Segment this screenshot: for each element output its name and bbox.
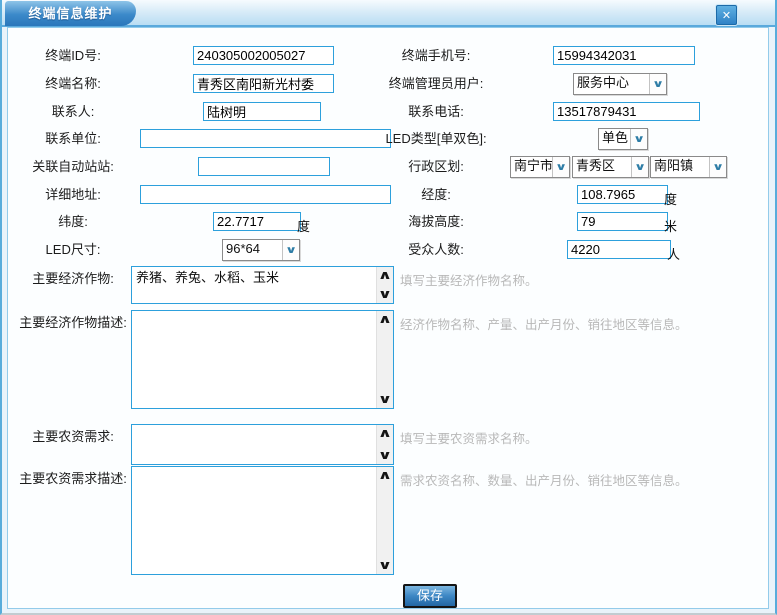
led-type-select[interactable]: 单色 ∨ (598, 128, 648, 150)
main-crops-desc-text[interactable] (132, 311, 376, 408)
scroll-up-icon[interactable]: ∧ (378, 470, 393, 481)
close-button[interactable]: ✕ (716, 5, 737, 25)
scroll-down-icon[interactable]: ∨ (378, 289, 393, 300)
led-size-value: 96*64 (223, 240, 282, 260)
terminal-phone-label: 终端手机号: (365, 47, 507, 65)
chevron-down-icon: ∨ (634, 162, 646, 173)
region-town-value: 南阳镇 (651, 157, 709, 177)
main-crops-desc-textarea[interactable]: ∧ ∨ (131, 310, 394, 409)
scroll-up-icon[interactable]: ∧ (378, 428, 393, 439)
agri-needs-desc-scrollbar[interactable]: ∧ ∨ (376, 467, 393, 574)
region-district-dropdown-button[interactable]: ∨ (631, 157, 648, 177)
latitude-unit: 度 (297, 216, 310, 235)
admin-user-dropdown-button[interactable]: ∨ (649, 74, 666, 94)
region-city-dropdown-button[interactable]: ∨ (552, 157, 569, 177)
region-label: 行政区划: (365, 158, 507, 176)
region-town-select[interactable]: 南阳镇 ∨ (650, 156, 727, 178)
terminal-id-input[interactable] (193, 46, 334, 65)
terminal-name-label: 终端名称: (8, 75, 138, 93)
scroll-down-icon[interactable]: ∨ (378, 394, 393, 405)
chevron-down-icon: ∨ (555, 162, 567, 173)
latitude-label: 纬度: (8, 213, 138, 231)
admin-user-select[interactable]: 服务中心 ∨ (573, 73, 667, 95)
latitude-input[interactable] (213, 212, 301, 231)
contact-unit-label: 联系单位: (8, 130, 138, 148)
main-crops-scrollbar[interactable]: ∧ ∨ (376, 267, 393, 303)
terminal-name-input[interactable] (193, 74, 334, 93)
main-crops-desc-label: 主要经济作物描述: (8, 314, 138, 332)
led-size-label: LED尺寸: (8, 241, 138, 259)
region-town-dropdown-button[interactable]: ∨ (709, 157, 726, 177)
chevron-down-icon: ∨ (712, 162, 724, 173)
altitude-input[interactable] (577, 212, 668, 231)
audience-label: 受众人数: (365, 241, 507, 259)
agri-needs-desc-text[interactable] (132, 467, 376, 574)
led-type-dropdown-button[interactable]: ∨ (630, 129, 647, 149)
contact-phone-input[interactable] (553, 102, 700, 121)
chevron-down-icon: ∨ (652, 79, 664, 90)
region-city-value: 南宁市 (511, 157, 552, 177)
agri-needs-desc-textarea[interactable]: ∧ ∨ (131, 466, 394, 575)
window-title-tab: 终端信息维护 (5, 1, 136, 26)
region-district-value: 青秀区 (573, 157, 631, 177)
agri-needs-textarea[interactable]: ∧ ∨ (131, 424, 394, 465)
main-crops-text[interactable]: 养猪、养兔、水稻、玉米 (132, 267, 376, 303)
chevron-down-icon: ∨ (633, 134, 645, 145)
agri-needs-desc-hint: 需求农资名称、数量、出产月份、销往地区等信息。 (400, 470, 688, 489)
address-input[interactable] (140, 185, 391, 204)
region-city-select[interactable]: 南宁市 ∨ (510, 156, 570, 178)
audience-unit: 人 (667, 244, 680, 263)
scroll-down-icon[interactable]: ∨ (378, 450, 393, 461)
main-crops-textarea[interactable]: 养猪、养兔、水稻、玉米 ∧ ∨ (131, 266, 394, 304)
close-icon: ✕ (722, 9, 731, 22)
save-button[interactable]: 保存 (403, 584, 457, 608)
agri-needs-desc-label: 主要农资需求描述: (8, 470, 138, 488)
linked-station-input[interactable] (198, 157, 330, 176)
agri-needs-hint: 填写主要农资需求名称。 (400, 428, 538, 447)
led-size-select[interactable]: 96*64 ∨ (222, 239, 300, 261)
scroll-up-icon[interactable]: ∧ (378, 270, 393, 281)
terminal-id-label: 终端ID号: (8, 47, 138, 65)
main-crops-label: 主要经济作物: (8, 270, 138, 288)
main-crops-hint: 填写主要经济作物名称。 (400, 270, 538, 289)
main-crops-desc-scrollbar[interactable]: ∧ ∨ (376, 311, 393, 408)
terminal-info-dialog: 终端信息维护 ✕ 终端ID号: 终端手机号: 终端名称: 终端管理员用户: 服务… (0, 0, 777, 615)
altitude-label: 海拔高度: (365, 213, 507, 231)
contact-person-label: 联系人: (8, 103, 138, 121)
scroll-up-icon[interactable]: ∧ (378, 314, 393, 325)
agri-needs-scrollbar[interactable]: ∧ ∨ (376, 425, 393, 464)
admin-user-value: 服务中心 (574, 74, 649, 94)
longitude-unit: 度 (664, 189, 677, 208)
main-crops-desc-hint: 经济作物名称、产量、出产月份、销往地区等信息。 (400, 314, 688, 333)
scroll-down-icon[interactable]: ∨ (378, 560, 393, 571)
contact-person-input[interactable] (203, 102, 321, 121)
terminal-phone-input[interactable] (553, 46, 695, 65)
admin-user-label: 终端管理员用户: (365, 75, 507, 93)
longitude-label: 经度: (365, 186, 507, 204)
altitude-unit: 米 (664, 216, 677, 235)
contact-phone-label: 联系电话: (365, 103, 507, 121)
agri-needs-text[interactable] (132, 425, 376, 464)
led-size-dropdown-button[interactable]: ∨ (282, 240, 299, 260)
title-bar: 终端信息维护 ✕ (2, 0, 775, 27)
region-district-select[interactable]: 青秀区 ∨ (572, 156, 649, 178)
contact-unit-input[interactable] (140, 129, 391, 148)
led-type-value: 单色 (599, 129, 630, 149)
window-title: 终端信息维护 (28, 6, 112, 21)
audience-input[interactable] (567, 240, 671, 259)
longitude-input[interactable] (577, 185, 668, 204)
led-type-label: LED类型[单双色]: (365, 130, 507, 148)
agri-needs-label: 主要农资需求: (8, 428, 138, 446)
chevron-down-icon: ∨ (285, 245, 297, 256)
linked-station-label: 关联自动站站: (8, 158, 138, 176)
address-label: 详细地址: (8, 186, 138, 204)
